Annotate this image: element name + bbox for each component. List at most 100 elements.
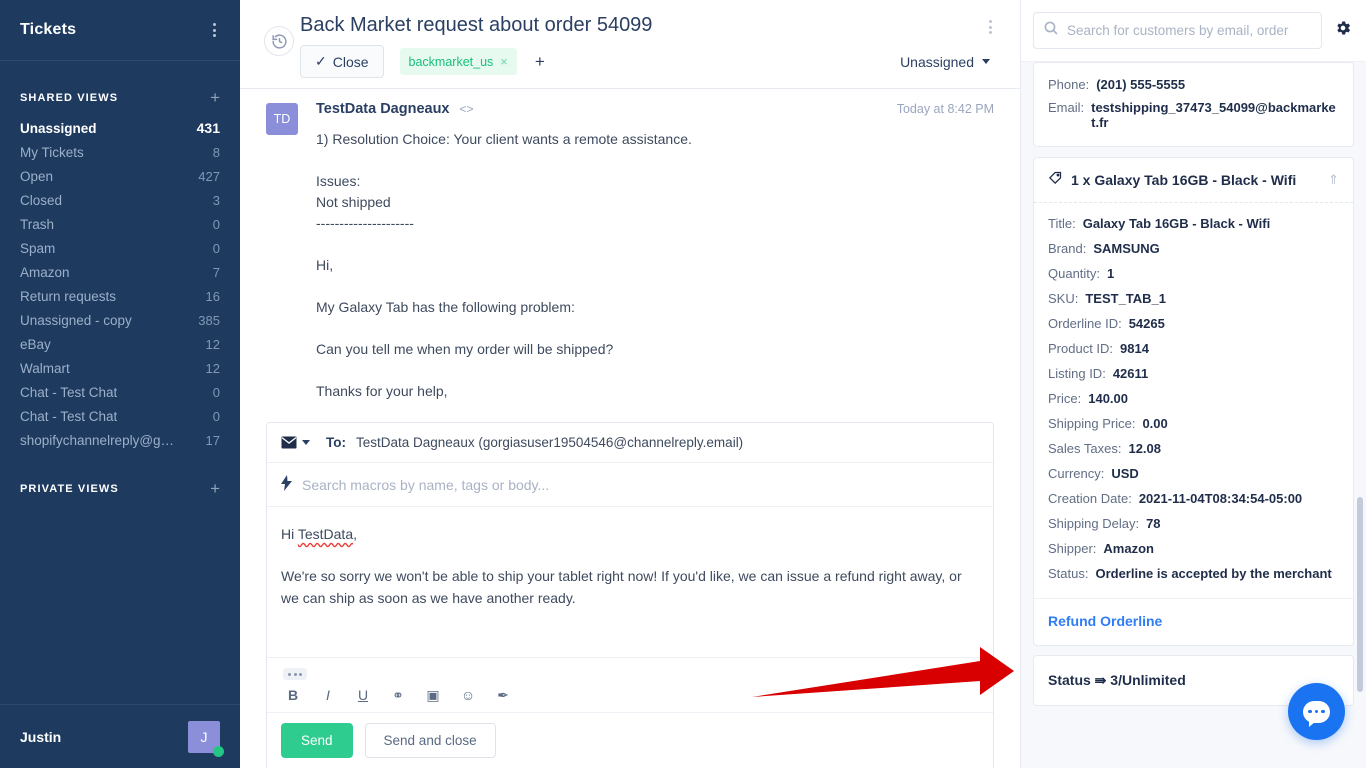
link-icon[interactable]: ⚭	[390, 686, 406, 704]
order-field-key: Brand:	[1048, 241, 1087, 256]
order-field-key: Orderline ID:	[1048, 316, 1122, 331]
emoji-icon[interactable]: ☺	[460, 686, 476, 704]
composer-to-value[interactable]: TestData Dagneaux (gorgiasuser19504546@c…	[356, 435, 743, 450]
left-sidebar: Tickets SHARED VIEWS + Unassigned 431 My T…	[0, 0, 240, 768]
underline-icon[interactable]: U	[355, 686, 371, 704]
add-tag-button[interactable]: +	[535, 52, 545, 72]
bold-icon[interactable]: B	[285, 686, 301, 704]
send-and-close-button[interactable]: Send and close	[364, 723, 496, 758]
order-card: 1 x Galaxy Tab 16GB - Black - Wifi ⇑ Tit…	[1033, 157, 1354, 646]
sidebar-item-return-requests[interactable]: Return requests 16	[0, 284, 240, 308]
sidebar-item-unassigned-copy[interactable]: Unassigned - copy 385	[0, 308, 240, 332]
sidebar-item-closed[interactable]: Closed 3	[0, 188, 240, 212]
order-field-value: Galaxy Tab 16GB - Black - Wifi	[1082, 216, 1271, 231]
sidebar-item-ebay[interactable]: eBay 12	[0, 332, 240, 356]
sidebar-item-count: 427	[198, 168, 220, 184]
shared-views-header: SHARED VIEWS +	[0, 61, 240, 116]
sidebar-item-label: My Tickets	[20, 144, 84, 160]
sidebar-item-open[interactable]: Open 427	[0, 164, 240, 188]
gear-icon[interactable]	[1332, 17, 1354, 44]
order-field-row: Listing ID: 42611	[1048, 361, 1339, 386]
history-icon[interactable]	[264, 26, 294, 56]
sidebar-item-label: Trash	[20, 216, 55, 232]
customer-sidebar-scroll[interactable]: Phone: (201) 555-5555 Email: testshipping_3…	[1021, 62, 1366, 768]
add-private-view-button[interactable]: +	[210, 480, 220, 497]
sidebar-item-count: 0	[212, 216, 220, 232]
close-button-label: Close	[332, 53, 369, 70]
close-button[interactable]: ✓ Close	[300, 45, 384, 78]
order-field-value: 140.00	[1088, 391, 1128, 406]
sidebar-kebab-menu-icon[interactable]	[209, 17, 220, 43]
attachment-icon[interactable]: ✒	[495, 686, 511, 704]
italic-icon[interactable]: I	[320, 686, 336, 704]
more-options-icon[interactable]	[283, 668, 307, 680]
assignee-dropdown[interactable]: Unassigned	[900, 54, 994, 70]
search-box[interactable]	[1033, 12, 1322, 49]
shared-views-label: SHARED VIEWS	[20, 91, 119, 104]
add-shared-view-button[interactable]: +	[210, 89, 220, 106]
composer-recipient-row: To: TestData Dagneaux (gorgiasuser195045…	[267, 423, 993, 463]
order-field-value: 54265	[1128, 316, 1165, 331]
order-field-row: Shipping Price: 0.00	[1048, 411, 1339, 436]
sidebar-item-walmart[interactable]: Walmart 12	[0, 356, 240, 380]
message-item: TD TestData Dagneaux <> Today at 8:42 PM…	[266, 101, 994, 402]
private-views-header: PRIVATE VIEWS +	[0, 452, 240, 507]
greeting-suffix: ,	[353, 526, 357, 542]
chevron-up-icon[interactable]: ⇑	[1328, 172, 1339, 188]
ticket-actions-row: ✓ Close backmarket_us × + Unassigned	[286, 37, 994, 78]
send-button[interactable]: Send	[281, 723, 353, 758]
sidebar-views: SHARED VIEWS + Unassigned 431 My Tickets 8 O…	[0, 61, 240, 704]
lightning-bolt-icon[interactable]	[281, 475, 292, 494]
order-field-row: Shipper: Amazon	[1048, 536, 1339, 561]
composer-body[interactable]: Hi TestData, We're so sorry we won't be …	[267, 507, 993, 657]
refund-orderline-link[interactable]: Refund Orderline	[1048, 613, 1162, 629]
order-field-row: Orderline ID: 54265	[1048, 311, 1339, 336]
sidebar-item-label: shopifychannelreply@gm...	[20, 432, 180, 448]
search-input[interactable]	[1067, 23, 1311, 38]
order-field-value: SAMSUNG	[1093, 241, 1160, 256]
code-view-icon[interactable]: <>	[460, 102, 474, 116]
sidebar-item-count: 3	[212, 192, 220, 208]
sidebar-item-count: 0	[212, 384, 220, 400]
scrollbar[interactable]	[1357, 497, 1363, 692]
order-card-header[interactable]: 1 x Galaxy Tab 16GB - Black - Wifi ⇑	[1034, 158, 1353, 203]
online-status-dot	[213, 745, 224, 757]
sidebar-item-label: Unassigned - copy	[20, 312, 132, 328]
order-field-row: Currency: USD	[1048, 461, 1339, 486]
order-field-value: 2021-11-04T08:34:54-05:00	[1138, 491, 1303, 506]
order-field-row: SKU: TEST_TAB_1	[1048, 286, 1339, 311]
chat-bubble-shape	[1303, 700, 1330, 727]
order-field-key: Shipper:	[1048, 541, 1097, 556]
sidebar-item-chat-test-chat[interactable]: Chat - Test Chat 0	[0, 404, 240, 428]
sidebar-item-spam[interactable]: Spam 0	[0, 236, 240, 260]
greeting-prefix: Hi	[281, 526, 298, 542]
close-icon[interactable]: ×	[500, 54, 508, 69]
sidebar-item-my-tickets[interactable]: My Tickets 8	[0, 140, 240, 164]
ticket-panel: Back Market request about order 54099 ✓ …	[240, 0, 1020, 768]
sidebar-item-shopifychannelreply-gm[interactable]: shopifychannelreply@gm... 17	[0, 428, 240, 452]
order-field-row: Product ID: 9814	[1048, 336, 1339, 361]
ticket-kebab-menu-icon[interactable]	[985, 14, 996, 40]
order-field-value: 9814	[1120, 341, 1149, 356]
sidebar-item-unassigned[interactable]: Unassigned 431	[0, 116, 240, 140]
macro-search-input[interactable]	[302, 476, 861, 493]
message-content: TestData Dagneaux <> Today at 8:42 PM 1)…	[316, 101, 994, 402]
sidebar-item-chat-test-chat[interactable]: Chat - Test Chat 0	[0, 380, 240, 404]
message-author: TestData Dagneaux	[316, 101, 450, 117]
chat-bubble-icon[interactable]	[1288, 683, 1345, 740]
contact-field-value: (201) 555-5555	[1096, 77, 1186, 92]
tag-chip[interactable]: backmarket_us ×	[399, 48, 517, 75]
composer-send-row: Send Send and close	[267, 712, 993, 768]
composer-macro-row	[267, 463, 993, 507]
sidebar-item-trash[interactable]: Trash 0	[0, 212, 240, 236]
image-icon[interactable]: ▣	[425, 686, 441, 704]
order-field-key: Listing ID:	[1048, 366, 1106, 381]
customer-sidebar: Phone: (201) 555-5555 Email: testshipping_3…	[1020, 0, 1366, 768]
app-root: Tickets SHARED VIEWS + Unassigned 431 My T…	[0, 0, 1366, 768]
formatting-tools: B I U ⚭ ▣ ☺ ✒	[281, 686, 979, 704]
envelope-icon[interactable]	[281, 436, 310, 449]
order-field-row: Title: Galaxy Tab 16GB - Black - Wifi	[1048, 211, 1339, 236]
sidebar-user-footer[interactable]: Justin J	[0, 704, 240, 768]
avatar[interactable]: J	[188, 720, 224, 757]
sidebar-item-amazon[interactable]: Amazon 7	[0, 260, 240, 284]
